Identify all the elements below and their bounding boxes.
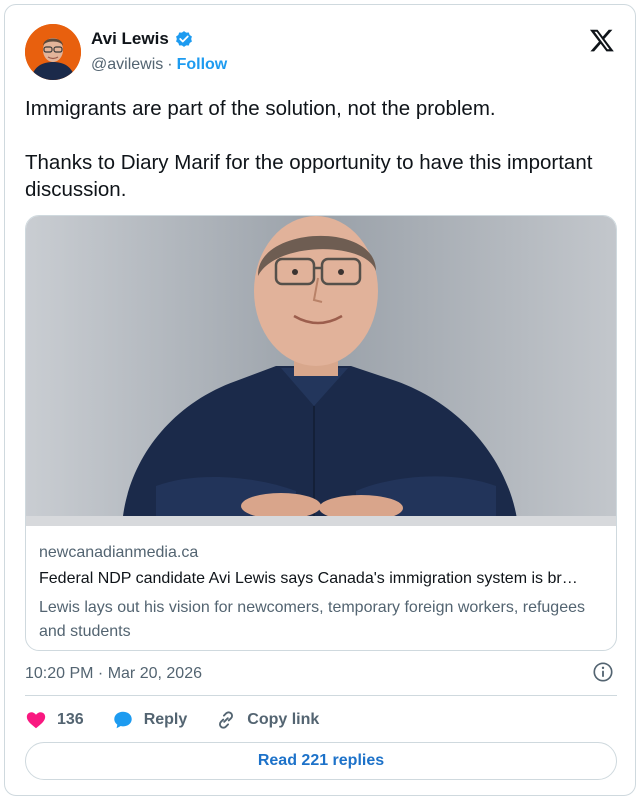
verified-badge-icon [175,31,192,47]
x-logo-icon[interactable] [589,27,615,53]
follow-button[interactable]: Follow [177,56,228,74]
like-button[interactable]: 136 [25,709,84,731]
copy-link-label: Copy link [247,711,320,728]
read-replies-button[interactable]: Read 221 replies [25,742,617,780]
reply-bubble-icon [113,711,132,729]
divider [25,695,617,696]
author-handle[interactable]: @avilewis [91,56,163,74]
author-name-row: Avi Lewis [91,29,194,49]
copy-link-button[interactable]: Copy link [215,709,319,731]
link-preview-image [26,216,616,526]
handle-separator: · [167,56,173,73]
tweet-embed-card: Avi Lewis @avilewis · Follow Immigrants … [4,4,636,796]
link-title: Federal NDP candidate Avi Lewis says Can… [39,570,578,587]
reply-button[interactable]: Reply [112,709,188,731]
link-description: Lewis lays out his vision for newcomers,… [39,599,585,640]
tweet-timestamp[interactable]: 10:20 PM · Mar 20, 2026 [25,665,202,683]
author-name[interactable]: Avi Lewis [91,29,169,49]
heart-icon [26,712,46,729]
avatar-portrait-icon [25,24,81,80]
link-domain: newcanadianmedia.ca [39,544,199,561]
action-bar: 136 Reply Copy link [25,706,347,734]
link-preview-card[interactable]: newcanadianmedia.ca Federal NDP candidat… [25,215,617,651]
info-icon[interactable] [592,661,614,683]
reply-label: Reply [143,711,188,728]
author-avatar[interactable] [25,24,81,80]
link-icon [219,711,234,729]
likes-count: 136 [57,711,84,728]
tweet-text: Immigrants are part of the solution, not… [25,97,593,201]
author-handle-row: @avilewis · Follow [91,56,227,74]
